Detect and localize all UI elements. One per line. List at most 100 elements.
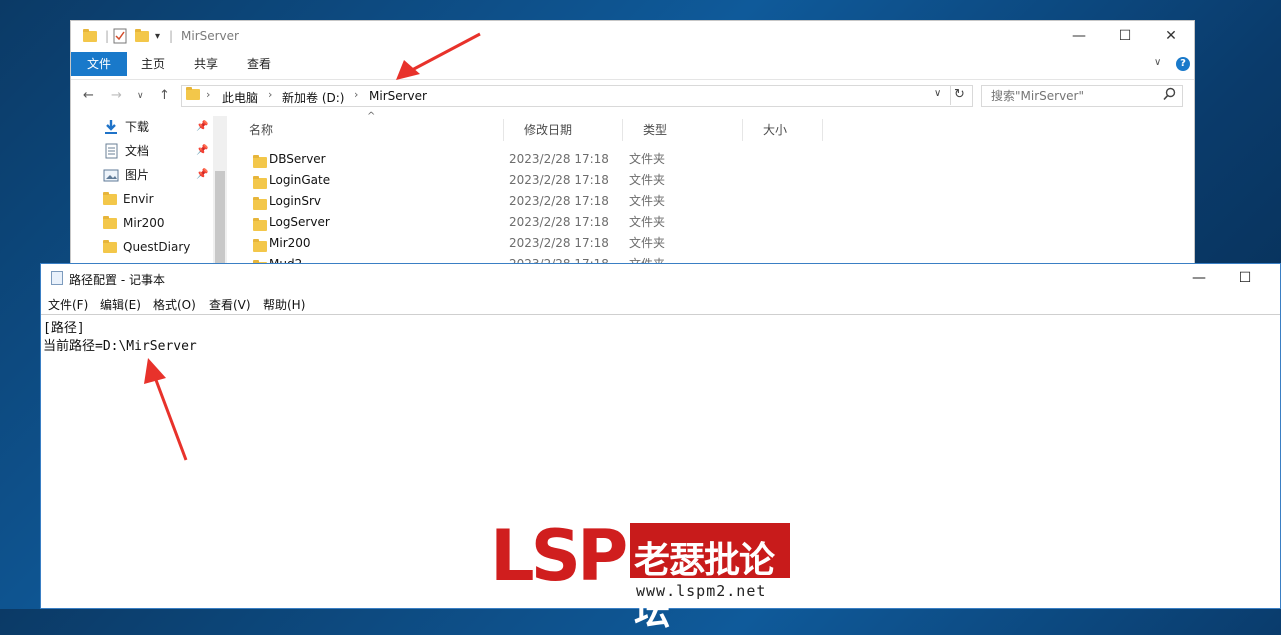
properties-icon[interactable] (113, 27, 127, 45)
file-name: Mir200 (269, 236, 311, 250)
nav-item-pictures[interactable]: 图片 (103, 165, 149, 185)
nav-item-documents[interactable]: 文档 (103, 141, 149, 161)
breadcrumb-drive[interactable]: 新加卷 (D:) (282, 89, 344, 106)
nav-item-mir200[interactable]: Mir200 (103, 213, 165, 233)
window-title: MirServer (181, 29, 239, 43)
file-name: LoginSrv (269, 194, 322, 208)
recent-locations-icon[interactable]: ∨ (137, 91, 144, 101)
menu-file[interactable]: 文件(F) (48, 296, 88, 313)
search-input[interactable] (989, 88, 1158, 104)
forward-arrow-icon[interactable]: → (111, 88, 122, 103)
download-icon (105, 120, 117, 134)
watermark-logo: LSP 老瑟批论坛 www.lspm2.net (490, 515, 790, 633)
table-row[interactable]: LoginGate 2023/2/28 17:18 文件夹 (249, 170, 849, 191)
refresh-icon[interactable]: ↻ (954, 87, 965, 102)
watermark-url: www.lspm2.net (630, 578, 790, 603)
column-date-modified[interactable]: 修改日期 (504, 119, 623, 141)
tab-view[interactable]: 查看 (235, 52, 283, 76)
table-row[interactable]: LogServer 2023/2/28 17:18 文件夹 (249, 212, 849, 233)
breadcrumb-separator: › (206, 88, 211, 101)
search-box[interactable] (981, 85, 1183, 107)
notepad-icon (51, 271, 63, 285)
file-type: 文件夹 (629, 152, 666, 166)
file-type: 文件夹 (629, 236, 666, 250)
nav-item-label: Mir200 (123, 216, 165, 230)
breadcrumb-separator: › (354, 88, 359, 101)
column-size[interactable]: 大小 (743, 119, 823, 141)
pin-icon[interactable]: 📌 (196, 169, 208, 180)
window-title: 路径配置 - 记事本 (69, 273, 165, 287)
address-dropdown-icon[interactable]: ∨ (934, 88, 941, 99)
breadcrumb-current-folder[interactable]: MirServer (369, 89, 427, 103)
file-list: ^ 名称 修改日期 类型 大小 DBServer 2023/2/28 17:18… (229, 111, 1194, 279)
folder-icon (83, 27, 97, 45)
nav-item-label: Envir (123, 192, 154, 206)
table-row[interactable]: DBServer 2023/2/28 17:18 文件夹 (249, 149, 849, 170)
nav-item-questdiary[interactable]: QuestDiary (103, 237, 190, 257)
file-name: DBServer (269, 152, 326, 166)
help-icon[interactable]: ? (1176, 57, 1190, 71)
file-date: 2023/2/28 17:18 (509, 194, 609, 208)
ribbon-tabs: 文件 主页 共享 查看 ∨ ? (71, 52, 1194, 76)
menu-bar: 文件(F) 编辑(E) 格式(O) 查看(V) 帮助(H) (41, 293, 1280, 313)
menu-edit[interactable]: 编辑(E) (100, 296, 141, 313)
column-type[interactable]: 类型 (623, 119, 743, 141)
menu-view[interactable]: 查看(V) (209, 296, 251, 313)
picture-icon (103, 169, 119, 182)
folder-icon (103, 239, 117, 253)
explorer-titlebar: | ▾ | MirServer — ☐ ✕ (71, 21, 1194, 51)
file-type: 文件夹 (629, 215, 666, 229)
document-icon (105, 143, 118, 159)
column-name[interactable]: 名称 (229, 119, 504, 141)
new-folder-icon[interactable] (135, 27, 149, 45)
text-line: [路径] (43, 321, 85, 336)
file-date: 2023/2/28 17:18 (509, 236, 609, 250)
divider (950, 85, 951, 105)
table-row[interactable]: LoginSrv 2023/2/28 17:18 文件夹 (249, 191, 849, 212)
chevron-down-icon[interactable]: ∨ (1154, 57, 1161, 68)
file-type: 文件夹 (629, 173, 666, 187)
nav-item-label: QuestDiary (123, 240, 191, 254)
explorer-window: | ▾ | MirServer — ☐ ✕ 文件 主页 共享 查看 ∨ ? ← … (70, 20, 1195, 280)
search-icon[interactable] (1163, 87, 1176, 104)
table-row[interactable]: Mir200 2023/2/28 17:18 文件夹 (249, 233, 849, 254)
pin-icon[interactable]: 📌 (196, 145, 208, 156)
maximize-button[interactable]: ☐ (1102, 21, 1148, 51)
pin-icon[interactable]: 📌 (196, 121, 208, 132)
nav-item-label: 下载 (125, 120, 150, 134)
separator: | (105, 29, 110, 43)
nav-item-envir[interactable]: Envir (103, 189, 154, 209)
maximize-button[interactable]: ☐ (1222, 264, 1268, 292)
up-arrow-icon[interactable]: ↑ (159, 88, 170, 103)
minimize-button[interactable]: — (1056, 21, 1102, 51)
nav-item-label: 文档 (125, 144, 150, 158)
watermark-name: 老瑟批论坛 (630, 523, 790, 633)
back-arrow-icon[interactable]: ← (83, 88, 94, 103)
file-name: LoginGate (269, 173, 331, 187)
file-date: 2023/2/28 17:18 (509, 173, 609, 187)
tab-home[interactable]: 主页 (129, 52, 177, 76)
file-date: 2023/2/28 17:18 (509, 152, 609, 166)
quick-access-dropdown-icon[interactable]: ▾ (155, 27, 160, 45)
nav-item-label: 图片 (125, 168, 150, 182)
tab-file[interactable]: 文件 (71, 52, 127, 76)
folder-icon (103, 215, 117, 229)
nav-item-downloads[interactable]: 下载 (103, 117, 149, 137)
menu-format[interactable]: 格式(O) (153, 296, 196, 313)
folder-icon (103, 191, 117, 205)
address-bar[interactable]: › 此电脑 › 新加卷 (D:) › MirServer ∨ ↻ (181, 85, 973, 107)
menu-help[interactable]: 帮助(H) (263, 296, 305, 313)
folder-icon (186, 87, 200, 103)
tab-share[interactable]: 共享 (182, 52, 230, 76)
address-row: ← → ∨ ↑ › 此电脑 › 新加卷 (D:) › MirServer ∨ ↻ (71, 79, 1194, 112)
text-line: 当前路径=D:\MirServer (43, 339, 197, 354)
breadcrumb-separator: › (268, 88, 273, 101)
close-button[interactable]: ✕ (1148, 21, 1194, 51)
separator: | (169, 29, 174, 43)
notepad-titlebar: 路径配置 - 记事本 — ☐ (41, 264, 1280, 292)
breadcrumb-this-pc[interactable]: 此电脑 (222, 89, 258, 106)
watermark-brand: LSP (490, 515, 630, 603)
file-date: 2023/2/28 17:18 (509, 215, 609, 229)
navigation-pane: 下载 📌 文档 📌 图片 📌 Envir Mir200 QuestDiary (71, 113, 226, 279)
minimize-button[interactable]: — (1176, 264, 1222, 292)
